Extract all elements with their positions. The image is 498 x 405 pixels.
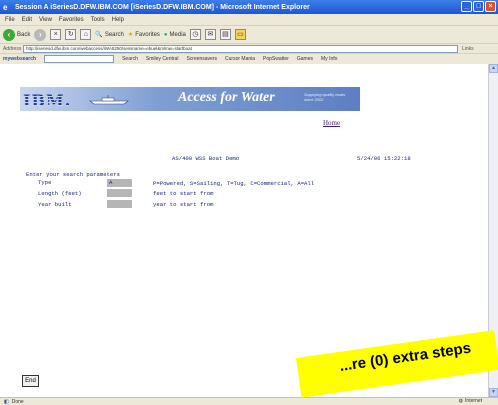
history-icon[interactable]: ◷: [189, 29, 201, 40]
media-button[interactable]: ● Media: [164, 32, 186, 38]
menu-help[interactable]: Help: [112, 17, 124, 23]
forward-button[interactable]: ›: [34, 28, 47, 41]
header-banner: IBM. Access for Water Supplying quality …: [20, 87, 360, 111]
zone-indicator: ◍ Internet: [459, 398, 482, 404]
type-description: P=Powered, S=Sailing, T=Tug, C=Commercia…: [153, 180, 315, 187]
length-label: Length (feet): [38, 190, 82, 197]
refresh-icon[interactable]: ↻: [65, 29, 77, 40]
menu-bar: File Edit View Favorites Tools Help: [0, 14, 498, 25]
search-button[interactable]: 🔍 Search: [95, 31, 124, 39]
boat-icon: [89, 95, 129, 105]
menu-edit[interactable]: Edit: [22, 17, 32, 23]
menu-file[interactable]: File: [5, 17, 15, 23]
link-screensavers[interactable]: Screensavers: [186, 56, 217, 62]
print-icon[interactable]: ▤: [219, 29, 231, 40]
address-bar: Address http://iseriesd.dfw.ibm.com/weba…: [0, 43, 498, 53]
mywebsearch-logo[interactable]: mywebsearch: [3, 56, 36, 62]
stop-icon[interactable]: ×: [50, 29, 62, 40]
mail-icon[interactable]: ✉: [204, 29, 216, 40]
menu-tools[interactable]: Tools: [91, 17, 105, 23]
menu-favorites[interactable]: Favorites: [59, 17, 84, 23]
window-title: Session A iSeriesD.DFW.IBM.COM [iSeriesD…: [15, 3, 310, 11]
close-button[interactable]: ×: [485, 1, 496, 12]
links-label[interactable]: Links: [462, 46, 474, 52]
screen-title: AS/400 WSS Boat Demo: [172, 155, 240, 162]
folder-icon[interactable]: ▭: [234, 29, 246, 40]
ibm-logo: IBM.: [23, 91, 72, 110]
media-icon: ●: [163, 31, 168, 38]
star-icon: ★: [127, 32, 134, 38]
search-icon: 🔍: [95, 32, 103, 38]
year-description: year to start from: [153, 201, 214, 208]
length-description: feet to start from: [153, 190, 214, 197]
search-prompt: Enter your search parameters: [26, 171, 120, 178]
media-label: Media: [169, 31, 186, 38]
home-link[interactable]: Home: [323, 119, 340, 127]
link-my-info[interactable]: My Info: [321, 56, 337, 62]
year-label: Year built: [38, 201, 72, 208]
banner-title: Access for Water: [178, 90, 275, 105]
status-text: Done: [11, 398, 24, 405]
browser-toolbar: ‹ Back › × ↻ ⌂ 🔍 Search ★ Favorites ● Me…: [0, 25, 498, 43]
back-arrow-icon: ‹: [3, 28, 15, 41]
window-titlebar: e Session A iSeriesD.DFW.IBM.COM [iSerie…: [0, 0, 498, 14]
date-time: 5/24/06 15:22:18: [357, 155, 411, 162]
zone-text: Internet: [465, 398, 482, 404]
back-button[interactable]: ‹ Back: [3, 28, 31, 41]
search-label: Search: [104, 31, 124, 38]
type-value: A: [109, 179, 113, 186]
link-games[interactable]: Games: [297, 56, 313, 62]
length-input[interactable]: [107, 189, 132, 197]
address-label: Address: [3, 45, 22, 52]
scroll-down-icon[interactable]: ▼: [489, 388, 498, 397]
back-label: Back: [17, 31, 31, 38]
favorites-button[interactable]: ★ Favorites: [127, 31, 160, 39]
status-bar: ◧ Done ◍ Internet: [0, 397, 498, 405]
minimize-button[interactable]: _: [461, 1, 472, 12]
type-input[interactable]: A: [107, 179, 132, 187]
link-cursor-mania[interactable]: Cursor Mania: [225, 56, 255, 62]
banner-tagline: Supplying quality boats since 2002: [304, 92, 346, 102]
mywebsearch-input[interactable]: [44, 55, 115, 63]
end-button[interactable]: End: [22, 375, 39, 387]
maximize-button[interactable]: □: [473, 1, 484, 12]
type-label: Type: [38, 179, 52, 186]
scroll-up-icon[interactable]: ▲: [489, 64, 498, 73]
link-popswatter[interactable]: PopSwatter: [263, 56, 289, 62]
address-input[interactable]: http://iseriesd.dfw.ibm.com/webaccess/iW…: [23, 44, 458, 53]
globe-icon: ◍: [458, 398, 464, 404]
year-input[interactable]: [107, 200, 132, 208]
mywebsearch-search-button[interactable]: Search: [122, 56, 138, 62]
internet-explorer-icon: e: [3, 2, 8, 12]
window-controls: _ □ ×: [461, 1, 496, 12]
menu-view[interactable]: View: [39, 17, 52, 23]
page-icon: ◧: [4, 398, 9, 405]
favorites-label: Favorites: [135, 31, 160, 38]
home-icon[interactable]: ⌂: [80, 29, 92, 40]
link-smiley-central[interactable]: Smiley Central: [146, 56, 179, 62]
links-toolbar: mywebsearch Search Smiley Central Screen…: [0, 53, 498, 64]
